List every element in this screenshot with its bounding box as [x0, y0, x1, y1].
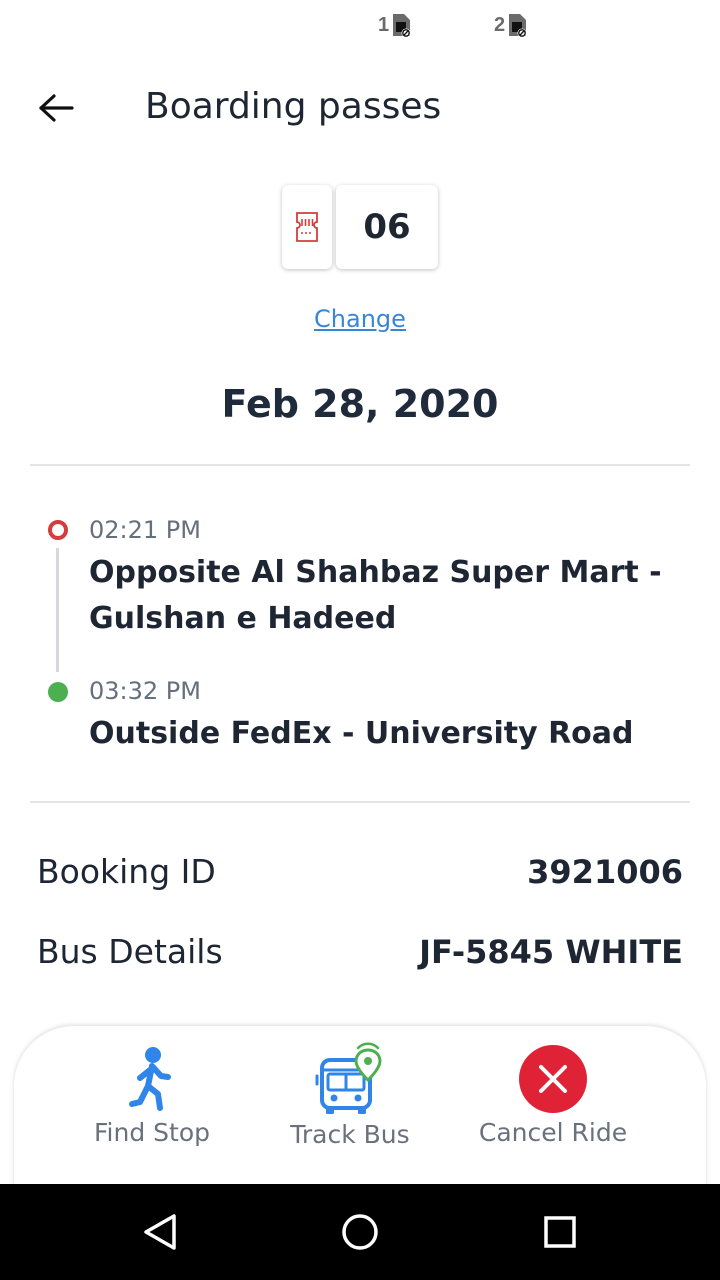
destination-time: 03:32 PM — [89, 677, 201, 705]
page-title: Boarding passes — [145, 86, 442, 127]
back-button[interactable] — [30, 84, 82, 132]
sim-2-number: 2 — [494, 13, 506, 36]
status-bar: 1 2 — [0, 0, 720, 56]
nav-back-button[interactable] — [136, 1208, 184, 1256]
origin-stop-name: Opposite Al Shahbaz Super Mart - Gulshan… — [89, 555, 662, 636]
bus-details-value: JF-5845 WHITE — [419, 932, 683, 971]
nav-home-icon — [342, 1214, 378, 1250]
booking-id-label: Booking ID — [37, 852, 216, 891]
sim-1-number: 1 — [378, 13, 390, 36]
sim-1-indicator: 1 — [378, 12, 413, 38]
track-bus-label: Track Bus — [290, 1120, 410, 1149]
ticket-icon — [296, 212, 318, 242]
divider — [30, 464, 690, 466]
bus-location-icon — [315, 1042, 382, 1114]
sim-2-indicator: 2 — [494, 12, 529, 38]
walking-person-icon — [129, 1047, 171, 1111]
cancel-x-icon — [519, 1045, 587, 1113]
find-stop-button[interactable]: Find Stop — [72, 1026, 232, 1184]
sim-card-icon — [393, 14, 411, 38]
change-link-row: Change — [0, 305, 720, 333]
booking-id-value: 3921006 — [527, 852, 683, 891]
ride-actions-panel: Find Stop Track Bus Cancel Ride — [14, 1026, 706, 1206]
change-link[interactable]: Change — [314, 305, 406, 333]
bus-details-label: Bus Details — [37, 932, 223, 971]
find-stop-label: Find Stop — [93, 1118, 210, 1147]
system-navigation-bar — [0, 1184, 720, 1280]
cancel-ride-button[interactable]: Cancel Ride — [468, 1026, 638, 1184]
origin-marker-icon — [48, 520, 68, 540]
destination-stop-name: Outside FedEx - University Road — [89, 716, 634, 751]
pass-count-selector[interactable]: 06 — [282, 185, 438, 269]
track-bus-button[interactable]: Track Bus — [270, 1026, 430, 1184]
origin-time: 02:21 PM — [89, 516, 201, 544]
nav-home-button[interactable] — [336, 1208, 384, 1256]
divider — [30, 801, 690, 803]
route-connector-line — [56, 548, 59, 672]
nav-back-icon — [144, 1214, 176, 1250]
trip-date: Feb 28, 2020 — [221, 382, 499, 426]
nav-recent-icon — [544, 1216, 576, 1248]
cancel-ride-label: Cancel Ride — [478, 1118, 628, 1147]
pass-count[interactable]: 06 — [336, 185, 438, 269]
destination-marker-icon — [48, 682, 68, 702]
arrow-left-icon — [39, 94, 74, 122]
ticket-icon-box — [282, 185, 332, 269]
bus-details-row: Bus Details JF-5845 WHITE — [37, 932, 683, 971]
sim-card-icon — [509, 14, 527, 38]
booking-id-row: Booking ID 3921006 — [37, 852, 683, 891]
nav-recent-button[interactable] — [536, 1208, 584, 1256]
